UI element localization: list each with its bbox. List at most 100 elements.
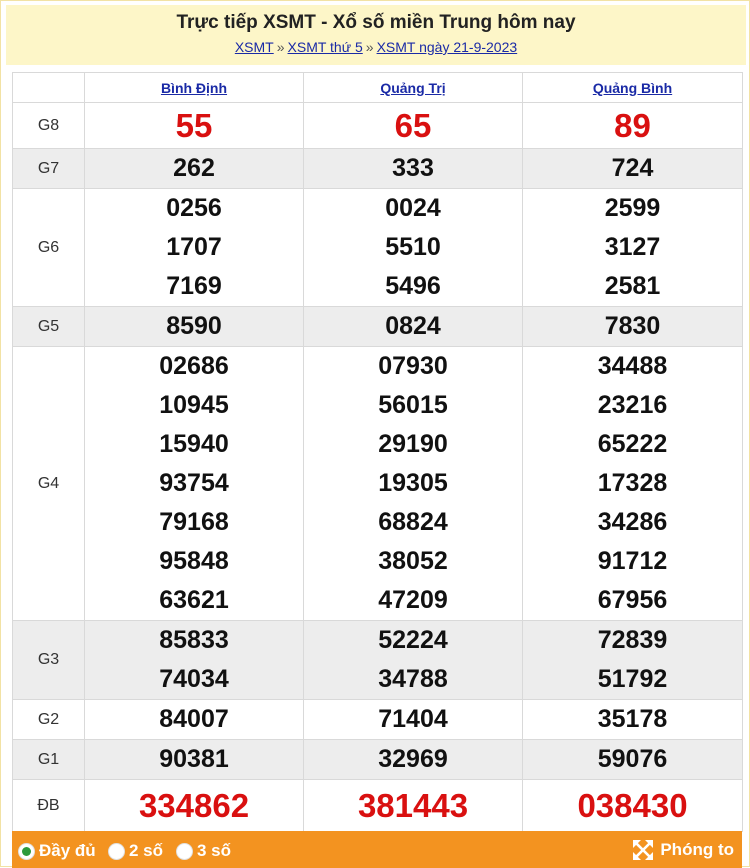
prize-number: 91712	[597, 547, 668, 575]
prize-number: 65222	[597, 430, 668, 458]
prize-number: 0024	[385, 194, 441, 222]
option-3-digits[interactable]: 3 số	[176, 841, 231, 861]
prize-number: 89	[614, 107, 651, 144]
prize-row-g4: G4 02686 10945 15940 93754 79168 95848 63621 079…	[12, 346, 743, 621]
prize-label: ĐB	[12, 779, 85, 832]
prize-number: 59076	[597, 745, 668, 773]
prize-cell: 55	[84, 102, 304, 149]
option-full-label: Đầy đủ	[39, 841, 96, 860]
prize-label: G2	[12, 699, 85, 740]
option-full[interactable]: Đầy đủ	[18, 841, 96, 861]
prize-number: 67956	[597, 586, 668, 614]
prize-cell: 84007	[84, 699, 304, 740]
province-header: Bình Định	[84, 72, 304, 103]
prize-number: 51792	[597, 665, 668, 693]
prize-cell: 52224 34788	[303, 620, 523, 700]
prize-label: G4	[12, 346, 85, 621]
prize-table-body: G8 55 65 89 G7 262 333 724 G6 0256 1707 7169 0024 551…	[12, 102, 743, 832]
prize-number: 90381	[159, 745, 229, 773]
prize-number: 34788	[378, 665, 448, 693]
page-title: Trực tiếp XSMT - Xổ số miền Trung hôm na…	[176, 12, 576, 33]
radio-full[interactable]	[18, 842, 35, 860]
prize-number: 95848	[159, 547, 229, 575]
prize-number: 15940	[159, 430, 229, 458]
breadcrumb-xsmt-date[interactable]: XSMT ngày 21-9-2023	[377, 39, 518, 55]
prize-label: G6	[12, 188, 85, 307]
prize-cell: 333	[303, 148, 523, 189]
prize-number: 32969	[378, 745, 448, 773]
breadcrumb-separator: »	[365, 39, 374, 55]
breadcrumb: XSMT» XSMT thứ 5» XSMT ngày 21-9-2023	[6, 39, 746, 55]
province-link-binh-dinh[interactable]: Bình Định	[161, 80, 227, 96]
prize-number: 381443	[357, 787, 469, 824]
prize-number: 2599	[604, 194, 661, 222]
prize-number: 38052	[378, 547, 448, 575]
prize-number: 56015	[378, 391, 448, 419]
radio-3-digits[interactable]	[176, 842, 193, 860]
prize-row-g6: G6 0256 1707 7169 0024 5510 5496 2599 3127 2581	[12, 188, 743, 307]
prize-number: 0824	[385, 312, 441, 340]
prize-cell: 724	[522, 148, 743, 189]
prize-label: G1	[12, 739, 85, 780]
prize-cell: 02686 10945 15940 93754 79168 95848 63621	[84, 346, 304, 621]
province-link-quang-tri[interactable]: Quảng Trị	[380, 80, 445, 96]
prize-number: 0256	[166, 194, 222, 222]
prize-cell: 2599 3127 2581	[522, 188, 743, 307]
prize-number: 35178	[597, 705, 668, 733]
prize-row-g7: G7 262 333 724	[12, 148, 743, 189]
prize-number: 7830	[604, 312, 661, 340]
province-link-quang-binh[interactable]: Quảng Bình	[593, 80, 672, 96]
expand-arrows-icon	[633, 840, 654, 860]
prize-cell: 7830	[522, 306, 743, 347]
prize-number: 68824	[378, 508, 448, 536]
prize-cell: 65	[303, 102, 523, 149]
prize-cell: 89	[522, 102, 743, 149]
prize-number: 02686	[159, 352, 229, 380]
prize-cell: 59076	[522, 739, 743, 780]
option-2-digits-label: 2 số	[129, 841, 164, 860]
prize-cell: 07930 56015 29190 19305 68824 38052 47209	[303, 346, 523, 621]
prize-number: 10945	[159, 391, 229, 419]
prize-cell: 038430	[522, 779, 743, 832]
prize-number: 5510	[385, 233, 441, 261]
province-header: Quảng Bình	[522, 72, 743, 103]
prize-cell: 381443	[303, 779, 523, 832]
prize-number: 334862	[138, 787, 250, 824]
prize-label: G8	[12, 102, 85, 149]
prize-number: 55	[175, 107, 213, 144]
prize-number: 23216	[597, 391, 668, 419]
breadcrumb-xsmt[interactable]: XSMT	[235, 39, 274, 55]
option-3-digits-label: 3 số	[197, 841, 232, 860]
prize-number: 47209	[378, 586, 448, 614]
prize-number: 65	[394, 107, 432, 144]
prize-number: 93754	[159, 469, 229, 497]
prize-number: 71404	[378, 705, 448, 733]
breadcrumb-separator: »	[276, 39, 285, 55]
prize-number: 5496	[385, 272, 441, 300]
header-corner-cell	[12, 72, 85, 103]
prize-cell: 35178	[522, 699, 743, 740]
prize-number: 85833	[159, 626, 229, 654]
prize-number: 29190	[378, 430, 448, 458]
prize-cell: 8590	[84, 306, 304, 347]
prize-number: 038430	[577, 787, 688, 824]
prize-cell: 0824	[303, 306, 523, 347]
breadcrumb-xsmt-thu-5[interactable]: XSMT thứ 5	[288, 39, 363, 55]
prize-number: 52224	[378, 626, 448, 654]
province-header: Quảng Trị	[303, 72, 523, 103]
prize-number: 34286	[597, 508, 668, 536]
display-options-bar: Đầy đủ 2 số 3 số Phóng to	[12, 831, 742, 868]
option-2-digits[interactable]: 2 số	[108, 841, 163, 861]
province-header-row: Bình Định Quảng Trị Quảng Bình	[12, 72, 743, 103]
prize-number: 19305	[378, 469, 448, 497]
prize-number: 17328	[597, 469, 668, 497]
prize-number: 72839	[597, 626, 668, 654]
prize-row-g8: G8 55 65 89	[12, 102, 743, 149]
prize-number: 2581	[604, 272, 661, 300]
prize-label: G7	[12, 148, 85, 189]
prize-label: G3	[12, 620, 85, 700]
radio-2-digits[interactable]	[108, 842, 125, 860]
prize-number: 7169	[166, 272, 222, 300]
zoom-button[interactable]: Phóng to	[632, 839, 734, 861]
prize-number: 1707	[166, 233, 222, 261]
